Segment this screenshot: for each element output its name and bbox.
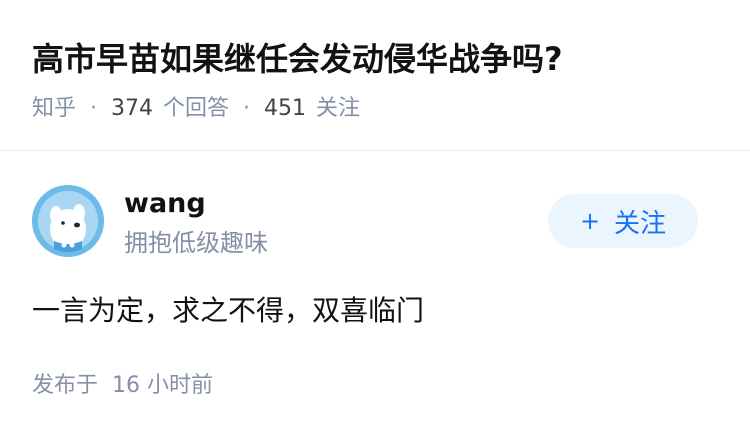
published-prefix: 发布于 <box>32 373 99 398</box>
source-label[interactable]: 知乎 <box>32 94 76 124</box>
author-bio: 拥抱低级趣味 <box>124 229 268 257</box>
follower-count-label: 关注 <box>316 96 361 121</box>
question-header: 高市早苗如果继任会发动侵华战争吗? 知乎 · 374 个回答 · 451 关注 <box>32 0 726 150</box>
follower-count: 451 <box>264 96 307 121</box>
follow-button[interactable]: + 关注 <box>548 194 698 248</box>
question-title[interactable]: 高市早苗如果继任会发动侵华战争吗? <box>32 36 563 82</box>
plus-icon: + <box>579 207 601 235</box>
follow-button-label: 关注 <box>614 208 667 239</box>
meta-separator: · <box>90 96 98 121</box>
question-meta: 知乎 · 374 个回答 · 451 关注 <box>32 94 360 124</box>
answer-count: 374 <box>111 96 154 121</box>
answer-card: wang 拥抱低级趣味 + 关注 一言为定，求之不得，双喜临门 发布于 16 小时… <box>0 151 750 438</box>
published-time: 16 小时前 <box>112 373 214 398</box>
dog-avatar-icon <box>32 185 104 257</box>
answer-count-label[interactable]: 个回答 <box>163 94 229 124</box>
author-name[interactable]: wang <box>124 187 206 221</box>
answer-published-time: 发布于 16 小时前 <box>32 371 213 401</box>
answer-content[interactable]: 一言为定，求之不得，双喜临门 <box>32 291 424 331</box>
author-avatar[interactable] <box>32 185 104 257</box>
meta-separator: · <box>243 96 251 121</box>
